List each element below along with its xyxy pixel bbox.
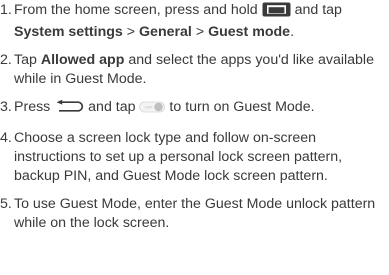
step-5: 5. To use Guest Mode, enter the Guest Mo… [0,195,389,233]
step-number: 5. [0,196,12,212]
step-2: 2. Tap Allowed app and select the apps y… [0,51,389,89]
step-text-fragment: From the home screen, press and hold [14,2,258,18]
path-separator: > [126,24,136,40]
step-text-fragment: and tap [88,99,136,115]
recent-apps-icon [262,2,291,23]
step-number: 1. [0,2,12,18]
step-text-fragment: and tap [294,2,342,18]
step-text-fragment: to turn on Guest Mode. [169,99,315,115]
menu-path-guest-mode: Guest mode [208,24,291,40]
toggle-off-label: OFF [145,105,154,110]
step-text-fragment: Press [14,99,51,115]
instruction-steps: 1. From the home screen, press and hold … [0,1,389,242]
back-arrow-icon [54,99,84,120]
step-text: Choose a screen lock type and follow on-… [14,130,343,184]
menu-path-general: General [139,24,192,40]
step-text: From the home screen, press and hold and… [14,1,389,42]
path-separator: > [195,24,205,40]
step-number: 3. [0,99,12,115]
step-text: Tap Allowed app and select the apps you'… [14,51,389,89]
menu-path-system-settings: System settings [14,24,123,40]
step-text-fragment: Tap [14,52,37,68]
step-4: 4. Choose a screen lock type and follow … [0,129,389,186]
step-3: 3. Press and tap OFF to turn on Guest Mo… [0,98,389,120]
toggle-switch-icon: OFF [139,100,166,120]
step-number: 4. [0,130,12,146]
step-text: To use Guest Mode, enter the Guest Mode … [14,196,376,231]
menu-item-allowed-app: Allowed app [40,52,125,68]
step-number: 2. [0,52,12,68]
step-text-fragment: . [290,24,295,40]
step-text: Press and tap OFF to turn on Guest Mode. [14,98,389,120]
step-1: 1. From the home screen, press and hold … [0,1,389,42]
